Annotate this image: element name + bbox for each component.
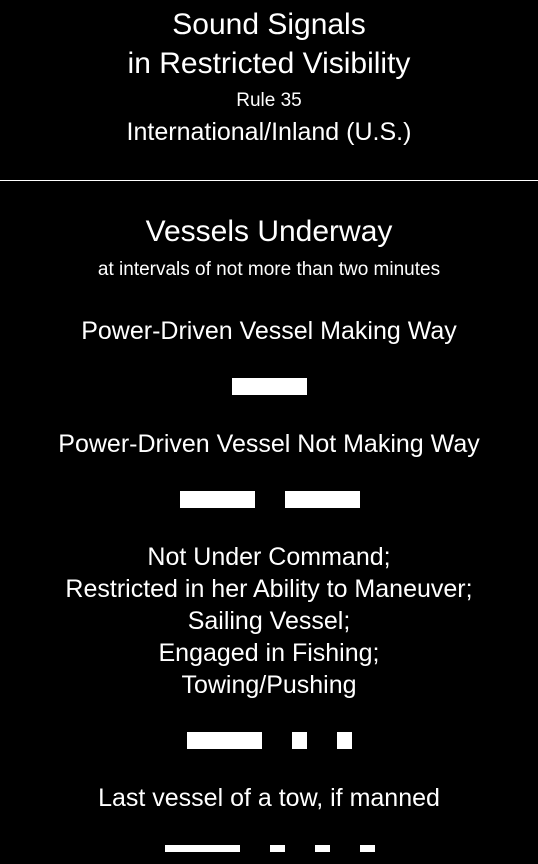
prolonged-blast-icon (232, 378, 307, 395)
signal-label-making-way: Power-Driven Vessel Making Way (81, 317, 457, 345)
section-subtitle: at intervals of not more than two minute… (97, 259, 441, 280)
header-divider (0, 180, 538, 181)
prolonged-blast-icon (180, 491, 255, 508)
signal-label-line: Restricted in her Ability to Maneuver; (65, 575, 473, 603)
jurisdiction: International/Inland (U.S.) (126, 118, 412, 146)
title-line-1: Sound Signals (172, 8, 366, 41)
rule-number: Rule 35 (236, 90, 302, 111)
signal-label-line: Engaged in Fishing; (158, 639, 380, 667)
signal-label-last-vessel-of-tow: Last vessel of a tow, if manned (98, 784, 440, 812)
signal-label-line: Not Under Command; (147, 543, 391, 571)
short-blast-icon (292, 732, 307, 749)
short-blast-icon (360, 845, 375, 852)
title-line-2: in Restricted Visibility (127, 47, 411, 80)
short-blast-icon (337, 732, 352, 749)
prolonged-blast-icon (187, 732, 262, 749)
prolonged-blast-icon (285, 491, 360, 508)
signal-label-not-making-way: Power-Driven Vessel Not Making Way (58, 430, 480, 458)
prolonged-blast-icon (165, 845, 240, 852)
signal-label-line: Sailing Vessel; (187, 607, 351, 635)
short-blast-icon (315, 845, 330, 852)
section-title: Vessels Underway (145, 215, 393, 248)
signal-label-line: Towing/Pushing (181, 671, 357, 699)
short-blast-icon (270, 845, 285, 852)
